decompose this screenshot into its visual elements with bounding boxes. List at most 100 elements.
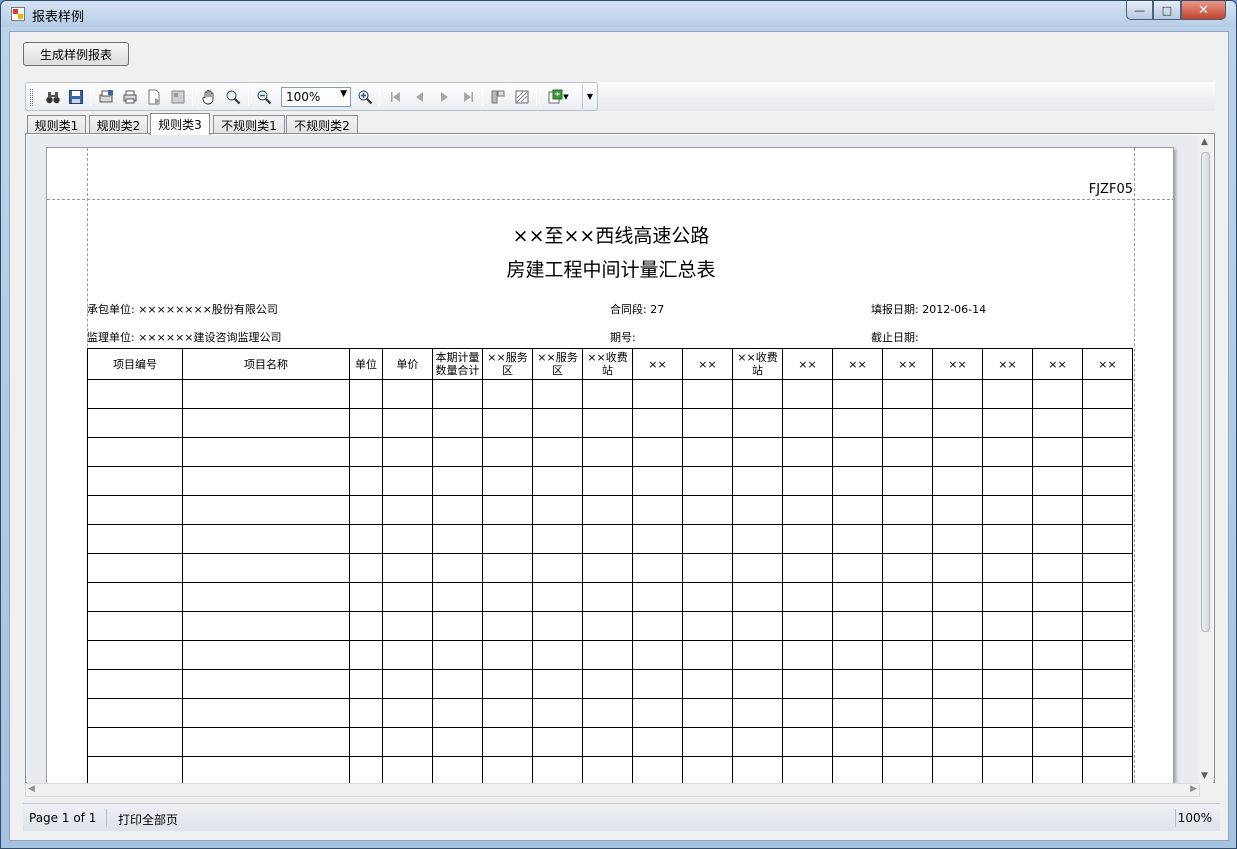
next-page-button[interactable]	[435, 88, 453, 106]
report-date-label: 填报日期: 2012-06-14	[871, 303, 987, 316]
tab-rule-1[interactable]: 规则类1	[27, 115, 86, 135]
table-row	[87, 727, 1133, 757]
table-cell	[782, 495, 833, 525]
print-button[interactable]	[121, 88, 139, 106]
previous-page-button[interactable]	[411, 88, 429, 106]
table-cell	[1082, 495, 1133, 525]
tab-rule-3[interactable]: 规则类3	[150, 113, 210, 135]
table-cell	[582, 466, 633, 496]
table-cell	[182, 582, 350, 612]
tab-irregular-2[interactable]: 不规则类2	[286, 115, 358, 135]
table-cell	[832, 495, 883, 525]
toolbar-separator	[192, 89, 193, 106]
horizontal-scrollbar[interactable]: ◀ ▶	[25, 783, 1200, 797]
table-cell	[87, 553, 183, 583]
table-cell	[432, 611, 483, 641]
table-cell	[682, 466, 733, 496]
table-cell	[382, 466, 433, 496]
maximize-button[interactable]: □	[1153, 1, 1181, 20]
tab-rule-2[interactable]: 规则类2	[89, 115, 148, 135]
table-cell	[732, 698, 783, 728]
scroll-left-icon[interactable]: ◀	[28, 784, 35, 794]
scroll-up-icon[interactable]: ▲	[1201, 137, 1208, 147]
save-button[interactable]	[67, 88, 85, 106]
minimize-button[interactable]: —	[1126, 1, 1153, 20]
report-preview[interactable]: FJZF05 ××至××西线高速公路 房建工程中间计量汇总表 承包单位: ×××…	[25, 133, 1215, 783]
table-cell	[882, 698, 933, 728]
generate-report-button[interactable]: 生成样例报表	[23, 42, 129, 66]
table-cell	[832, 524, 883, 554]
table-cell	[982, 669, 1033, 699]
table-cell	[682, 408, 733, 438]
export-button[interactable]	[145, 88, 163, 106]
table-cell	[482, 756, 533, 783]
layout-button[interactable]	[169, 88, 187, 106]
table-cell	[682, 437, 733, 467]
table-cell	[532, 495, 583, 525]
find-button[interactable]	[44, 88, 62, 106]
table-body	[87, 379, 1133, 783]
page-setup-button[interactable]	[97, 88, 115, 106]
table-cell	[432, 524, 483, 554]
vertical-scrollbar[interactable]: ▲ ▼	[1198, 135, 1213, 783]
table-cell	[382, 640, 433, 670]
close-button[interactable]: ✕	[1181, 1, 1226, 20]
table-cell	[932, 379, 983, 409]
table-cell	[87, 408, 183, 438]
table-cell	[782, 553, 833, 583]
table-cell	[782, 756, 833, 783]
table-cell	[1082, 582, 1133, 612]
table-cell	[682, 669, 733, 699]
table-cell	[982, 466, 1033, 496]
supervisor-label: 监理单位: ××××××建设咨询监理公司	[87, 331, 282, 344]
hand-icon	[202, 90, 214, 105]
pan-button[interactable]	[200, 88, 218, 106]
table-cell	[1082, 553, 1133, 583]
dropdown-arrow-icon[interactable]: ▼	[340, 89, 347, 99]
table-cell	[932, 582, 983, 612]
zoom-combobox[interactable]: 100% ▼	[281, 87, 351, 107]
column-header: ××	[1032, 348, 1083, 380]
zoom-in-button[interactable]	[356, 88, 374, 106]
table-cell	[632, 640, 683, 670]
export-dropdown-button[interactable]: ▼	[543, 88, 573, 106]
scroll-thumb[interactable]	[1201, 152, 1210, 632]
table-cell	[182, 756, 350, 783]
scroll-down-icon[interactable]: ▼	[1201, 771, 1208, 781]
column-header: 本期计量数量合计	[432, 348, 483, 380]
export-icon	[548, 89, 563, 104]
table-cell	[1032, 698, 1083, 728]
table-cell	[582, 553, 633, 583]
minimize-icon: —	[1134, 3, 1145, 17]
table-cell	[87, 698, 183, 728]
zoom-tool-button[interactable]	[224, 88, 242, 106]
tab-irregular-1[interactable]: 不规则类1	[213, 115, 285, 135]
table-cell	[582, 640, 633, 670]
table-cell	[482, 698, 533, 728]
document-map-button[interactable]	[489, 88, 507, 106]
scroll-right-icon[interactable]: ▶	[1190, 784, 1197, 794]
table-cell	[1082, 669, 1133, 699]
table-cell	[782, 437, 833, 467]
last-page-button[interactable]	[459, 88, 477, 106]
title-bar[interactable]: 报表样例 — □ ✕	[1, 1, 1236, 27]
table-cell	[532, 640, 583, 670]
watermark-button[interactable]	[513, 88, 531, 106]
table-cell	[87, 524, 183, 554]
zoom-out-button[interactable]	[255, 88, 273, 106]
table-cell	[1032, 727, 1083, 757]
table-cell	[882, 611, 933, 641]
table-cell	[682, 524, 733, 554]
table-cell	[632, 437, 683, 467]
table-cell	[882, 640, 933, 670]
toolbar-overflow-button[interactable]: ▼	[582, 84, 597, 109]
first-page-button[interactable]	[387, 88, 405, 106]
table-cell	[1032, 640, 1083, 670]
window-controls: — □ ✕	[1126, 1, 1226, 20]
table-cell	[349, 437, 383, 467]
table-cell	[1082, 437, 1133, 467]
column-header: 单价	[382, 348, 433, 380]
toolbar-grip[interactable]	[30, 89, 33, 106]
table-cell	[982, 437, 1033, 467]
report-subtitle: 房建工程中间计量汇总表	[506, 259, 716, 281]
